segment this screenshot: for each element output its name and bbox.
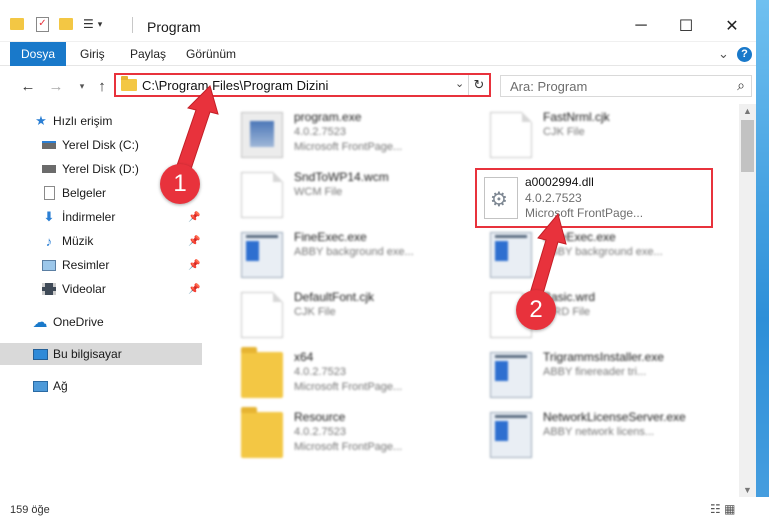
annotation-arrows bbox=[171, 85, 567, 305]
step-badge-2: 2 bbox=[516, 290, 556, 330]
step-badge-1: 1 bbox=[160, 164, 200, 204]
